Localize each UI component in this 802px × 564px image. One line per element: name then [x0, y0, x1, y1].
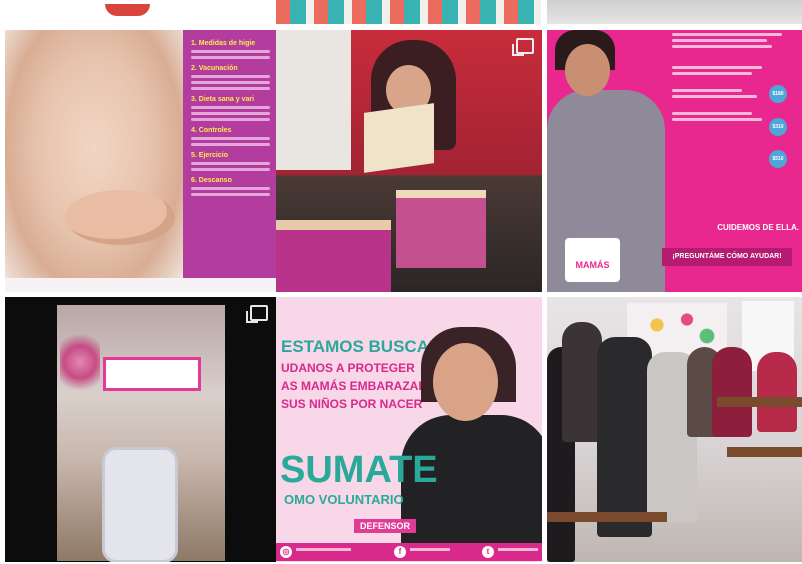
- tip-text-line: [191, 187, 270, 190]
- candy-jar: [102, 447, 178, 562]
- label-tag: [103, 357, 201, 391]
- cta-banner: ¡PREGUNTÁME CÓMO AYUDAR!: [662, 248, 792, 266]
- tip-text-line: [191, 87, 270, 90]
- tip-text-line: [191, 50, 270, 53]
- top-strip-right: [547, 0, 802, 24]
- tip-text-line: [191, 106, 270, 109]
- seated-person: [712, 347, 752, 437]
- tip-text-line: [191, 143, 270, 146]
- top-strip-logo: [105, 4, 150, 16]
- tip-heading: 3. Dieta sana y vari: [191, 96, 255, 103]
- mamas-logo: MAMÁS: [565, 238, 620, 282]
- text-line: [672, 89, 742, 92]
- wooden-bench: [547, 512, 667, 522]
- seated-person: [562, 322, 602, 442]
- text-line: [672, 45, 772, 48]
- defender-ribbon: DEFENSOR: [354, 519, 417, 533]
- text-line: [672, 33, 782, 36]
- social-footer-bar: ◎ f t: [276, 543, 542, 561]
- cardboard-box: [364, 103, 434, 173]
- sumate-headline: SUMATE: [280, 449, 438, 491]
- tip-heading: 5. Ejercicio: [191, 152, 228, 159]
- subline-protect: UDANOS A PROTEGER: [281, 361, 415, 375]
- tip-heading: 2. Vacunación: [191, 65, 238, 72]
- tip-heading: 4. Controles: [191, 127, 232, 134]
- volunteer-subline: OMO VOLUNTARIO: [284, 492, 404, 507]
- person-standing: [276, 30, 351, 170]
- tip-text-line: [191, 81, 270, 84]
- flower-decoration: [60, 327, 100, 397]
- multiple-images-icon: [512, 38, 534, 56]
- tip-text-line: [191, 118, 270, 121]
- pink-box: [396, 190, 486, 268]
- tip-text-line: [191, 193, 270, 196]
- info-text-block: [672, 30, 802, 124]
- top-strip-left: [0, 0, 270, 24]
- pregnant-belly-photo: [5, 30, 183, 292]
- young-woman-photo: [401, 327, 542, 547]
- tip-text-line: [191, 137, 270, 140]
- tip-text-line: [191, 168, 270, 171]
- post-tile-monthly-commitment[interactable]: $180 $310 $510 CUIDEMOS DE ELLA. MAMÁS ¡…: [547, 30, 802, 292]
- seated-person: [757, 352, 797, 432]
- tip-text-line: [191, 112, 270, 115]
- price-badge: $180: [769, 85, 787, 103]
- pink-box-front: [276, 220, 391, 292]
- instagram-icon: ◎: [280, 546, 292, 558]
- wooden-bench: [727, 447, 802, 457]
- text-line: [672, 95, 757, 98]
- post-tile-crafting-boxes[interactable]: [276, 30, 542, 292]
- post-tile-pregnancy-tips[interactable]: 1. Medidas de higie 2. Vacunación 3. Die…: [5, 30, 276, 292]
- wooden-bench: [717, 397, 802, 407]
- price-badge: $510: [769, 150, 787, 168]
- text-line: [672, 72, 752, 75]
- text-line: [672, 39, 767, 42]
- tip-heading: 1. Medidas de higie: [191, 40, 256, 47]
- woman-face: [565, 44, 610, 96]
- closing-text: CUIDEMOS DE ELLA.: [717, 223, 799, 232]
- post-tile-community-meeting[interactable]: [547, 297, 802, 562]
- handle-text: [296, 548, 351, 551]
- tip-text-line: [191, 75, 270, 78]
- text-line: [672, 118, 762, 121]
- top-strip-middle: [276, 0, 541, 24]
- facebook-icon: f: [394, 546, 406, 558]
- price-badge: $310: [769, 118, 787, 136]
- seated-person: [597, 337, 652, 537]
- handle-text: [410, 548, 450, 551]
- text-line: [672, 66, 762, 69]
- multiple-images-icon: [246, 305, 268, 323]
- twitter-icon: t: [482, 546, 494, 558]
- tip-heading: 6. Descanso: [191, 177, 232, 184]
- post-tile-candy-jar[interactable]: [5, 297, 276, 562]
- handle-text: [498, 548, 538, 551]
- hands-on-belly: [65, 190, 175, 245]
- text-line: [672, 112, 752, 115]
- tip-text-line: [191, 162, 270, 165]
- post-tile-volunteer-campaign[interactable]: ESTAMOS BUSCANDO UDANOS A PROTEGER AS MA…: [276, 297, 542, 562]
- tip-text-line: [191, 56, 270, 59]
- woman-face: [433, 343, 498, 421]
- tips-panel: 1. Medidas de higie 2. Vacunación 3. Die…: [183, 30, 276, 292]
- tile-footer-social: [5, 278, 276, 292]
